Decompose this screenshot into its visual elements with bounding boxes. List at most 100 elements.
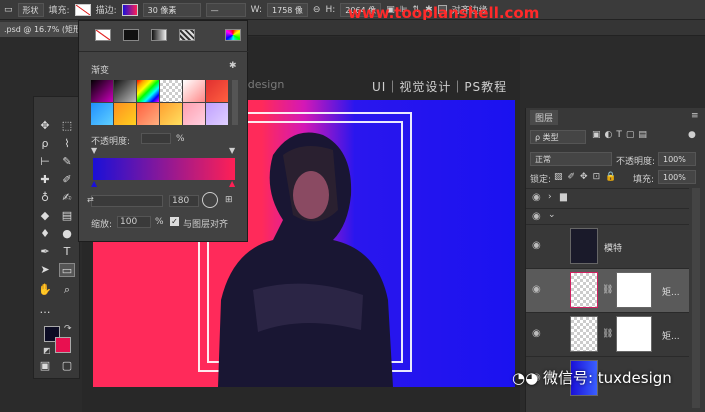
layer-name[interactable]: 矩... [662,285,680,298]
opacity-label: 不透明度: [616,157,656,167]
crop-tool-icon[interactable]: ⊢ [37,155,53,169]
gradient-settings-gear-icon[interactable]: ✱ [229,61,237,71]
quick-mask-icon[interactable]: ▣ [37,359,53,373]
zoom-tool-icon[interactable]: ⌕ [59,283,75,297]
angle-dial-icon[interactable] [202,192,218,208]
layer-row[interactable]: ◉ ⛓ 矩... [526,312,689,356]
collapse-arrow-icon[interactable]: ⌄ [548,210,556,220]
rectangle-tool-icon[interactable]: ▭ [59,263,75,277]
panel-menu-icon[interactable]: ≡ [691,111,699,121]
filter-icons[interactable]: ▣◐T▢▤ [592,130,651,140]
color-stop-right[interactable]: ▲ [229,179,235,188]
gradient-preset[interactable] [114,80,136,102]
shape-mode-select[interactable]: 形状 [17,2,44,17]
type-tool-icon[interactable]: T [59,245,75,259]
gradient-preset[interactable] [206,103,228,125]
opacity-field[interactable]: 100% [658,152,696,166]
stroke-type-select[interactable]: — [205,2,246,17]
fill-popup: 渐变 ✱ 不透明度: % ▼ ▼ ▲ ▲ ⇄ 180 ⊞ 缩放: 100 % ✓… [78,20,249,242]
visibility-eye-icon[interactable]: ◉ [532,284,541,295]
gradient-options-icon[interactable]: ⊞ [225,195,233,205]
opacity-stop-right[interactable]: ▼ [229,146,235,155]
blur-tool-icon[interactable]: ♦ [37,227,53,241]
gradient-editor-bar[interactable] [93,158,235,180]
fill-field[interactable]: 100% [658,170,696,184]
kind-filter-select[interactable]: ρ 类型 [530,130,586,144]
eraser-tool-icon[interactable]: ◆ [37,209,53,223]
heal-tool-icon[interactable]: ✚ [37,173,53,187]
gradient-preset[interactable] [137,80,159,102]
reverse-icon[interactable]: ⇄ [87,195,94,204]
gradient-preset[interactable] [91,103,113,125]
gradient-preset[interactable] [114,103,136,125]
default-colors-icon[interactable]: ◩ [43,346,51,355]
lock-icons[interactable]: ▨✐✥⊡🔒 [554,172,621,182]
angle-field[interactable]: 180 [169,195,199,207]
move-tool-icon[interactable]: ✥ [37,119,53,133]
layer-name[interactable]: 模特 [604,241,622,254]
document-tab[interactable]: .psd @ 16.7% (矩形 [0,22,86,37]
presets-scrollbar[interactable] [232,80,238,125]
wechat-watermark: ◔◕ 微信号: tuxdesign [512,367,672,388]
gradient-preset[interactable] [183,80,205,102]
stamp-tool-icon[interactable]: ♁ [37,191,53,205]
gradient-style-select[interactable] [91,195,163,207]
pattern-fill-icon[interactable] [179,29,195,41]
gradient-preset[interactable] [160,80,182,102]
gradient-fill-icon[interactable] [151,29,167,41]
visibility-eye-icon[interactable]: ◉ [532,328,541,339]
lasso-tool-icon[interactable]: ρ [37,137,53,151]
visibility-eye-icon[interactable]: ◉ [532,240,541,251]
layer-row-selected[interactable]: ◉ ⛓ 矩... [526,268,689,312]
expand-arrow-icon[interactable]: › [548,192,552,202]
quick-select-tool-icon[interactable]: ⌇ [59,137,75,151]
eyedropper-tool-icon[interactable]: ✎ [59,155,75,169]
stroke-swatch[interactable] [121,3,138,16]
marquee-tool-icon[interactable]: ⬚ [59,119,75,133]
layer-group-row[interactable]: ◉ › ▆ [526,188,689,208]
chain-link-icon[interactable]: ⛓ [602,329,613,339]
gradient-preset[interactable] [206,80,228,102]
solid-fill-icon[interactable] [123,29,139,41]
gradient-preset[interactable] [183,103,205,125]
visibility-eye-icon[interactable]: ◉ [532,211,541,222]
history-brush-icon[interactable]: ✍ [59,191,75,205]
gradient-preset[interactable] [137,103,159,125]
align-with-layer-checkbox[interactable]: ✓ [170,217,179,226]
hand-tool-icon[interactable]: ✋ [37,283,53,297]
opacity-stop-left[interactable]: ▼ [91,146,97,155]
lock-label: 锁定: [530,175,552,185]
stroke-width-field[interactable]: 30 像素 [142,2,201,17]
gradient-preset[interactable] [91,80,113,102]
gradient-preset[interactable] [160,103,182,125]
width-field[interactable]: 1758 像 [267,2,308,17]
dodge-tool-icon[interactable]: ● [59,227,75,241]
fill-swatch[interactable] [74,3,91,16]
screen-mode-icon[interactable]: ▢ [59,359,75,373]
tool-icon[interactable]: ▭ [4,5,13,15]
blend-mode-select[interactable]: 正常 [530,152,612,166]
swap-colors-icon[interactable]: ↷ [64,324,72,334]
color-picker-icon[interactable] [225,29,241,41]
stroke-label: 描边: [95,6,117,16]
gradient-tool-icon[interactable]: ▤ [59,209,75,223]
path-select-tool-icon[interactable]: ➤ [37,263,53,277]
layer-row[interactable]: ◉ 模特 [526,224,689,268]
brush-tool-icon[interactable]: ✐ [59,173,75,187]
layer-mask-thumbnail [616,316,652,352]
color-stop-left[interactable]: ▲ [91,179,97,188]
no-fill-icon[interactable] [95,29,111,41]
scale-field[interactable]: 100 [117,216,151,228]
background-color-swatch[interactable] [55,337,71,353]
layers-tab[interactable]: 图层 [530,110,559,125]
more-tools-icon[interactable]: … [37,303,53,317]
layer-artboard-row[interactable]: ◉ ⌄ [526,208,689,224]
filter-toggle-icon[interactable]: ● [688,130,696,140]
opacity-field[interactable] [141,133,171,144]
link-icon[interactable]: ⊖ [313,5,321,15]
visibility-eye-icon[interactable]: ◉ [532,192,541,203]
layers-scrollbar[interactable] [692,188,700,408]
layer-name[interactable]: 矩... [662,329,680,342]
pen-tool-icon[interactable]: ✒ [37,245,53,259]
chain-link-icon[interactable]: ⛓ [602,285,613,295]
